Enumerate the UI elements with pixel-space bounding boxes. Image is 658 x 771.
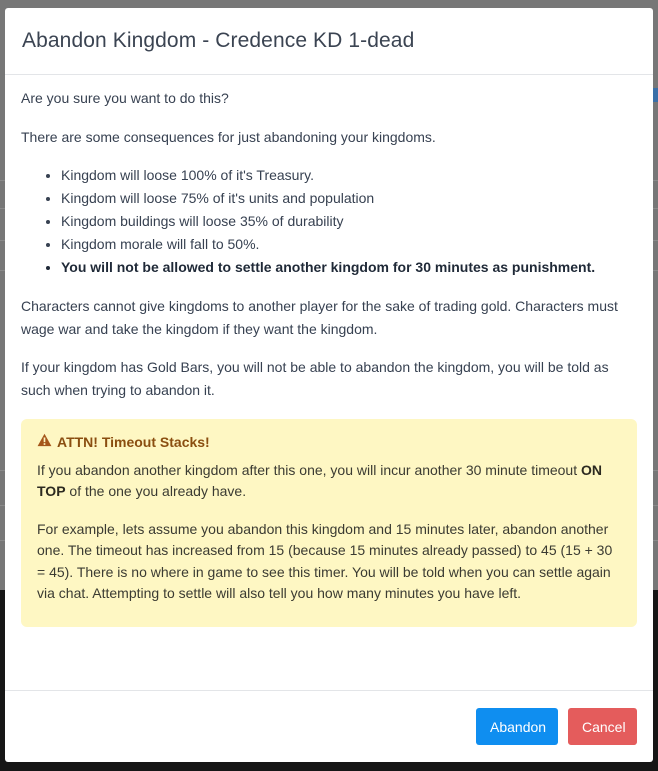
dialog-title: Abandon Kingdom - Credence KD 1-dead xyxy=(22,29,415,52)
abandon-kingdom-dialog: Abandon Kingdom - Credence KD 1-dead Are… xyxy=(5,8,653,762)
confirm-question: Are you sure you want to do this? xyxy=(21,90,229,106)
cancel-button[interactable]: Cancel xyxy=(568,708,637,745)
dialog-body: Are you sure you want to do this? There … xyxy=(5,75,653,627)
gold-bars-note: If your kingdom has Gold Bars, you will … xyxy=(21,359,609,398)
alert-paragraph-stack: If you abandon another kingdom after thi… xyxy=(37,460,621,503)
alert-text: If you abandon another kingdom after thi… xyxy=(37,461,581,478)
list-item: Kingdom will loose 100% of it's Treasury… xyxy=(61,164,637,187)
alert-text: of the one you already have. xyxy=(65,483,247,499)
alert-title-row: ATTN! Timeout Stacks! xyxy=(37,431,621,454)
list-item: Kingdom morale will fall to 50%. xyxy=(61,233,637,256)
consequences-list: Kingdom will loose 100% of it's Treasury… xyxy=(21,164,637,279)
dialog-footer: Abandon Cancel xyxy=(5,690,653,762)
dialog-header: Abandon Kingdom - Credence KD 1-dead xyxy=(5,8,653,75)
timeout-warning-alert: ATTN! Timeout Stacks! If you abandon ano… xyxy=(21,419,637,627)
consequences-lead: There are some consequences for just aba… xyxy=(21,128,436,145)
list-item: Kingdom will loose 75% of it's units and… xyxy=(61,187,637,210)
list-item: Kingdom buildings will loose 35% of dura… xyxy=(61,210,637,233)
trading-note: Characters cannot give kingdoms to anoth… xyxy=(21,298,618,337)
background-badge xyxy=(653,88,658,102)
warning-icon xyxy=(37,431,52,454)
alert-paragraph-example: For example, lets assume you abandon thi… xyxy=(37,520,613,602)
abandon-button[interactable]: Abandon xyxy=(476,708,558,745)
alert-title: ATTN! Timeout Stacks! xyxy=(57,434,210,450)
list-item-punishment: You will not be allowed to settle anothe… xyxy=(61,256,637,279)
